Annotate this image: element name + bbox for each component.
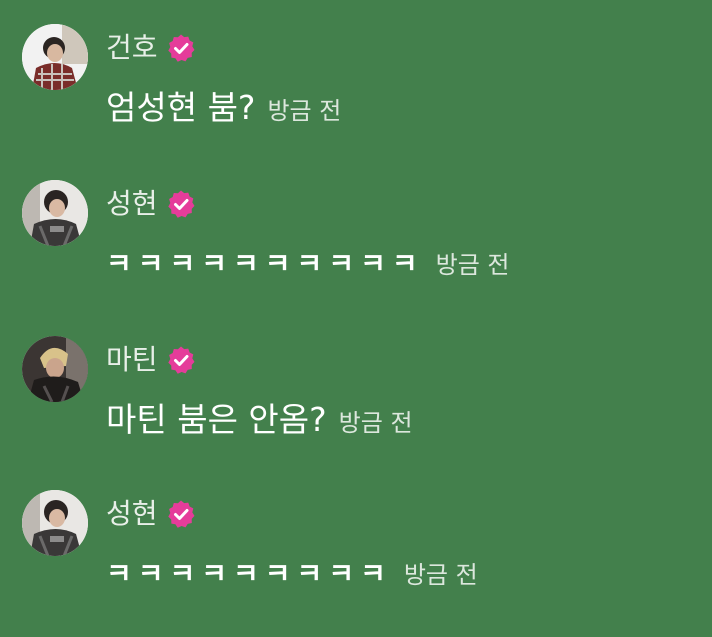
profile-photo-icon — [22, 24, 88, 90]
comment-header: 성현 — [106, 184, 196, 224]
profile-photo-icon — [22, 180, 88, 246]
author-name[interactable]: 성현 — [106, 494, 158, 534]
comment-timestamp: 방금 전 — [403, 561, 478, 589]
verified-badge-icon — [167, 500, 195, 528]
comment-header: 성현 — [106, 494, 196, 534]
comment-text: ㅋㅋㅋㅋㅋㅋㅋㅋㅋㅋ — [106, 247, 424, 280]
comment-header: 건호 — [106, 28, 196, 68]
avatar[interactable] — [22, 336, 88, 402]
avatar[interactable] — [22, 490, 88, 556]
comment-text: ㅋㅋㅋㅋㅋㅋㅋㅋㅋ — [106, 557, 392, 590]
comment-item: 성현 ㅋㅋㅋㅋㅋㅋㅋㅋㅋ 방금 전 — [0, 466, 712, 616]
author-name[interactable]: 마틴 — [106, 340, 158, 380]
avatar[interactable] — [22, 24, 88, 90]
comment-item: 마틴 마틴 붐은 안옴? 방금 전 — [0, 312, 712, 462]
profile-photo-icon — [22, 490, 88, 556]
comment-body: 마틴 붐은 안옴? 방금 전 — [106, 396, 413, 444]
verified-badge-icon — [167, 190, 195, 218]
comment-timestamp: 방금 전 — [267, 97, 342, 125]
comment-item: 건호 엄성현 붐? 방금 전 — [0, 0, 712, 150]
comment-text: 마틴 붐은 안옴? — [106, 400, 327, 439]
author-name[interactable]: 건호 — [106, 28, 158, 68]
comment-timestamp: 방금 전 — [435, 251, 510, 279]
profile-photo-icon — [22, 336, 88, 402]
author-name[interactable]: 성현 — [106, 184, 158, 224]
comment-body: ㅋㅋㅋㅋㅋㅋㅋㅋㅋㅋ 방금 전 — [106, 240, 509, 288]
avatar[interactable] — [22, 180, 88, 246]
comment-body: 엄성현 붐? 방금 전 — [106, 84, 341, 132]
comment-header: 마틴 — [106, 340, 196, 380]
comment-item: 성현 ㅋㅋㅋㅋㅋㅋㅋㅋㅋㅋ 방금 전 — [0, 156, 712, 306]
comment-body: ㅋㅋㅋㅋㅋㅋㅋㅋㅋ 방금 전 — [106, 550, 478, 598]
verified-badge-icon — [167, 34, 195, 62]
comment-timestamp: 방금 전 — [338, 409, 413, 437]
comment-text: 엄성현 붐? — [106, 88, 256, 127]
verified-badge-icon — [167, 346, 195, 374]
